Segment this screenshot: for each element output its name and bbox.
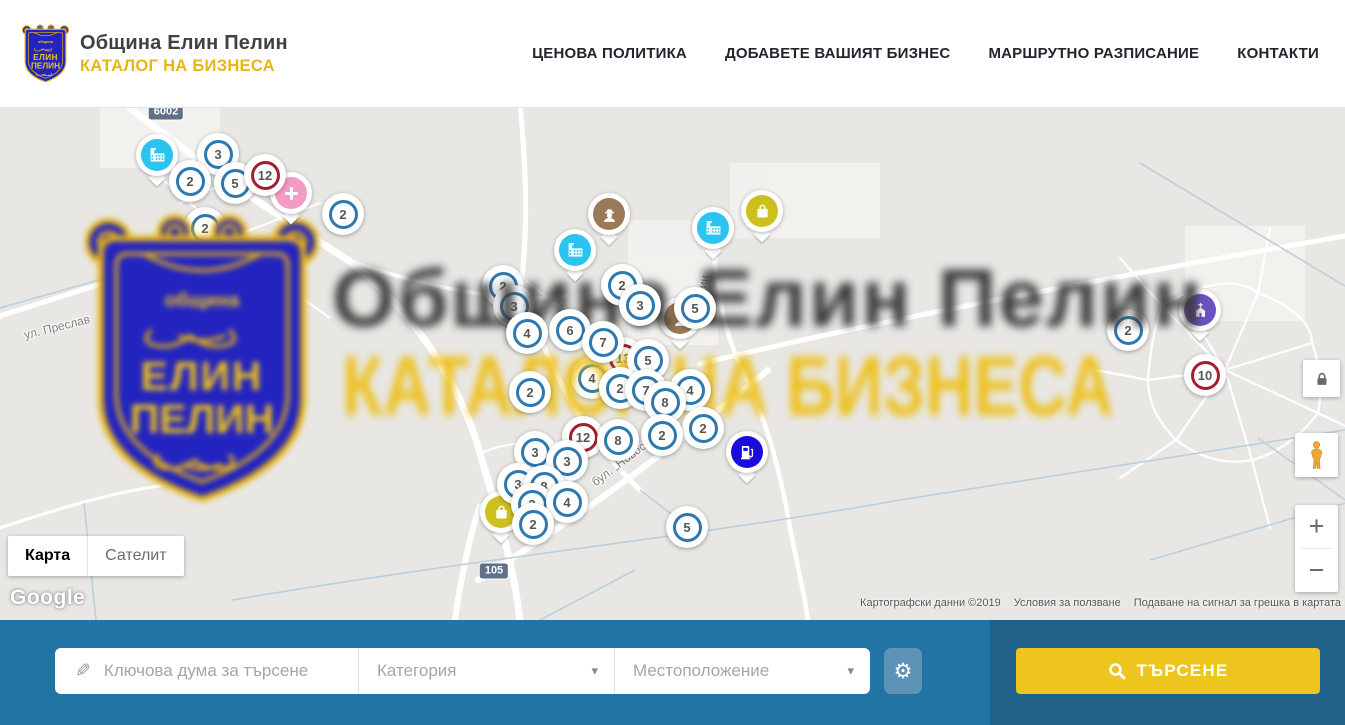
map-cluster-marker[interactable]: 2 xyxy=(169,160,211,202)
map-cluster-marker[interactable]: 12 xyxy=(244,154,286,196)
map-cluster-marker[interactable]: 2 xyxy=(512,503,554,545)
category-select[interactable]: Категория ▾ xyxy=(358,648,614,694)
map-cluster-marker[interactable]: 4 xyxy=(506,312,548,354)
church-icon xyxy=(1184,294,1216,326)
factory-icon xyxy=(697,212,729,244)
map-cluster-marker[interactable]: 7 xyxy=(582,321,624,363)
factory-pin-marker[interactable] xyxy=(692,207,734,260)
brand-text: Община Елин Пелин КАТАЛОГ НА БИЗНЕСА xyxy=(80,32,288,76)
lock-button[interactable] xyxy=(1303,360,1340,397)
factory-icon xyxy=(141,139,173,171)
map-data-text: Картографски данни ©2019 xyxy=(860,597,1001,609)
cluster-count: 5 xyxy=(681,294,710,323)
cluster-count: 2 xyxy=(176,167,205,196)
map-cluster-marker[interactable]: 10 xyxy=(1184,354,1226,396)
category-label: Категория xyxy=(377,661,456,681)
cluster-count: 8 xyxy=(651,388,680,417)
map-cluster-marker[interactable]: 5 xyxy=(666,506,708,548)
bag-pin-marker[interactable] xyxy=(741,190,783,243)
zoom-out-button[interactable]: − xyxy=(1295,549,1338,592)
pin-head xyxy=(741,190,783,232)
cluster-count: 2 xyxy=(648,421,677,450)
pin-head xyxy=(692,207,734,249)
factory-pin-marker[interactable] xyxy=(554,229,596,282)
cluster-count: 7 xyxy=(589,328,618,357)
cluster-count: 2 xyxy=(329,200,358,229)
search-button-label: ТЪРСЕНЕ xyxy=(1137,661,1229,681)
report-error-link[interactable]: Подаване на сигнал за грешка в картата xyxy=(1134,597,1341,609)
nav-price-policy[interactable]: ЦЕНОВА ПОЛИТИКА xyxy=(532,45,687,62)
pencil-icon: ✎ xyxy=(75,660,91,682)
map-canvas[interactable]: 3251222223356471354227482212833383425102… xyxy=(0,108,1345,620)
map-view-button[interactable]: Карта xyxy=(8,536,87,576)
nav-add-business[interactable]: ДОБАВЕТЕ ВАШИЯТ БИЗНЕС xyxy=(725,45,950,62)
zoom-control: + − xyxy=(1295,505,1338,592)
site-subtitle: КАТАЛОГ НА БИЗНЕСА xyxy=(80,57,288,76)
page: Община Елин Пелин КАТАЛОГ НА БИЗНЕСА ЦЕН… xyxy=(0,0,1345,725)
factory-icon xyxy=(559,234,591,266)
pin-head xyxy=(1179,289,1221,331)
map-cluster-marker[interactable]: 2 xyxy=(322,193,364,235)
search-bar: ✎ Категория ▾ Местоположение ▾ ⚙ ТЪРСЕНЕ xyxy=(0,620,1345,725)
logo[interactable]: Община Елин Пелин КАТАЛОГ НА БИЗНЕСА xyxy=(22,23,288,85)
cluster-count: 4 xyxy=(553,488,582,517)
cluster-count: 4 xyxy=(513,319,542,348)
nav-contacts[interactable]: КОНТАКТИ xyxy=(1237,45,1319,62)
map-cluster-marker[interactable]: 8 xyxy=(597,419,639,461)
pegman-icon xyxy=(1308,441,1325,470)
pin-head xyxy=(554,229,596,271)
map-cluster-marker[interactable]: 2 xyxy=(184,207,226,249)
map-type-control: Карта Сателит xyxy=(8,536,184,576)
bag-icon xyxy=(746,195,778,227)
map-cluster-marker[interactable]: 2 xyxy=(509,371,551,413)
fuel-pin-marker[interactable] xyxy=(726,431,768,484)
map-cluster-marker[interactable]: 2 xyxy=(682,407,724,449)
chevron-down-icon: ▾ xyxy=(591,664,598,679)
cluster-count: 2 xyxy=(1114,316,1143,345)
keyword-input[interactable] xyxy=(104,661,358,681)
pin-head xyxy=(726,431,768,473)
header: Община Елин Пелин КАТАЛОГ НА БИЗНЕСА ЦЕН… xyxy=(0,0,1345,108)
cluster-count: 5 xyxy=(673,513,702,542)
cluster-count: 6 xyxy=(556,316,585,345)
cluster-count: 2 xyxy=(519,510,548,539)
church-pin-marker[interactable] xyxy=(1179,289,1221,342)
gear-icon: ⚙ xyxy=(894,661,913,682)
zoom-in-button[interactable]: + xyxy=(1295,505,1338,548)
location-label: Местоположение xyxy=(633,661,769,681)
site-title: Община Елин Пелин xyxy=(80,32,288,55)
cluster-count: 2 xyxy=(191,214,220,243)
keyword-field[interactable]: ✎ xyxy=(55,648,358,694)
search-icon xyxy=(1108,662,1126,680)
satellite-view-button[interactable]: Сателит xyxy=(87,536,183,576)
cluster-count: 2 xyxy=(516,378,545,407)
search-button[interactable]: ТЪРСЕНЕ xyxy=(1016,648,1320,694)
map-attribution: Картографски данни ©2019 Условия за полз… xyxy=(860,597,1341,609)
cluster-count: 8 xyxy=(604,426,633,455)
map-cluster-marker[interactable]: 5 xyxy=(674,287,716,329)
fuel-icon xyxy=(731,436,763,468)
lock-icon xyxy=(1313,370,1331,388)
main-nav: ЦЕНОВА ПОЛИТИКА ДОБАВЕТЕ ВАШИЯТ БИЗНЕС М… xyxy=(532,45,1319,62)
nav-route-schedule[interactable]: МАРШРУТНО РАЗПИСАНИЕ xyxy=(988,45,1199,62)
road-number-badge: 6002 xyxy=(149,108,183,120)
map-cluster-marker[interactable]: 2 xyxy=(1107,309,1149,351)
map-cluster-marker[interactable]: 2 xyxy=(641,414,683,456)
cluster-count: 3 xyxy=(626,291,655,320)
cluster-count: 12 xyxy=(251,161,280,190)
google-logo[interactable]: Google xyxy=(10,586,85,610)
cluster-count: 10 xyxy=(1191,361,1220,390)
worker-icon xyxy=(593,198,625,230)
location-select[interactable]: Местоположение ▾ xyxy=(614,648,870,694)
chevron-down-icon: ▾ xyxy=(847,664,854,679)
municipality-crest-icon xyxy=(22,23,69,85)
road-number-badge: 105 xyxy=(480,564,508,579)
search-fields: ✎ Категория ▾ Местоположение ▾ xyxy=(55,648,870,694)
cluster-count: 2 xyxy=(689,414,718,443)
pegman-button[interactable] xyxy=(1295,433,1338,477)
settings-button[interactable]: ⚙ xyxy=(884,648,922,694)
terms-link[interactable]: Условия за ползване xyxy=(1014,597,1121,609)
map-cluster-marker[interactable]: 3 xyxy=(619,284,661,326)
